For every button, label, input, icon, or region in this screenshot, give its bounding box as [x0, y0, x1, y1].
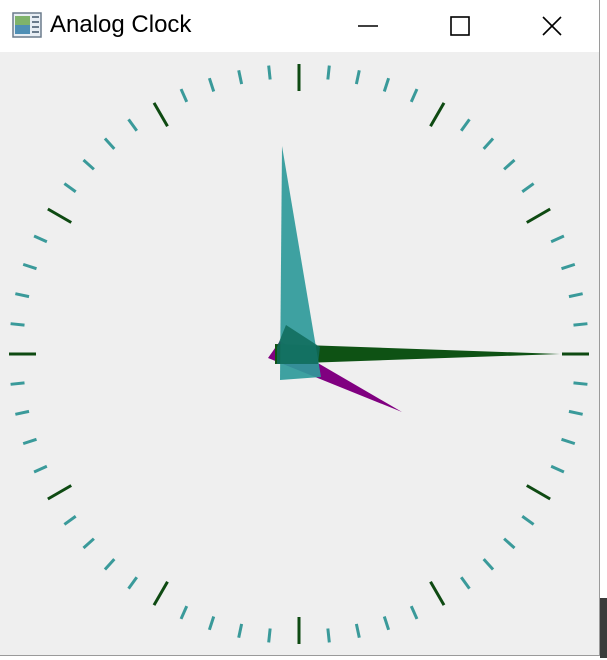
minor-tick	[326, 628, 331, 643]
major-tick	[526, 484, 551, 501]
minor-tick	[561, 437, 576, 446]
minor-tick	[409, 605, 419, 620]
minor-tick	[237, 70, 244, 85]
minor-tick	[267, 65, 272, 80]
minimize-button[interactable]	[322, 0, 414, 52]
major-tick	[429, 581, 446, 606]
major-tick	[47, 484, 72, 501]
minor-tick	[482, 558, 495, 571]
minor-tick	[103, 137, 116, 150]
minor-tick	[207, 616, 216, 631]
minor-tick	[10, 322, 25, 327]
minor-tick	[382, 77, 391, 92]
minor-tick	[15, 409, 30, 416]
major-tick	[47, 207, 72, 224]
background-edge	[600, 598, 607, 658]
minor-tick	[503, 537, 516, 550]
minor-tick	[237, 623, 244, 638]
minor-tick	[460, 576, 471, 590]
major-tick	[526, 207, 551, 224]
minor-tick	[568, 292, 583, 299]
title-bar[interactable]: Analog Clock	[0, 0, 599, 52]
minor-tick	[354, 623, 361, 638]
minor-tick	[573, 322, 588, 327]
minor-tick	[326, 65, 331, 80]
maximize-button[interactable]	[414, 0, 506, 52]
minor-tick	[15, 292, 30, 299]
minor-tick	[267, 628, 272, 643]
minor-tick	[550, 464, 565, 474]
minor-tick	[33, 464, 48, 474]
minor-tick	[103, 558, 116, 571]
major-tick	[152, 102, 169, 127]
minor-tick	[521, 515, 535, 526]
minor-tick	[179, 88, 189, 103]
minimize-icon	[358, 25, 378, 27]
major-tick	[429, 102, 446, 127]
minor-tick	[460, 118, 471, 132]
minor-tick	[573, 381, 588, 386]
clock-canvas	[9, 64, 589, 644]
minor-tick	[82, 537, 95, 550]
minor-tick	[63, 182, 77, 193]
close-icon	[542, 16, 562, 36]
minor-tick	[503, 158, 516, 171]
minor-tick	[409, 88, 419, 103]
minor-tick	[561, 262, 576, 271]
app-window: Analog Clock	[0, 0, 600, 656]
minor-tick	[82, 158, 95, 171]
minor-tick	[127, 576, 138, 590]
minor-tick	[568, 409, 583, 416]
minor-tick	[63, 515, 77, 526]
minor-tick	[482, 137, 495, 150]
clock-hands	[268, 146, 560, 412]
clock-face	[0, 52, 599, 655]
minor-tick	[207, 77, 216, 92]
minor-tick	[22, 437, 37, 446]
minor-tick	[550, 234, 565, 244]
maximize-icon	[450, 16, 470, 36]
minor-tick	[10, 381, 25, 386]
close-button[interactable]	[506, 0, 598, 52]
minor-tick	[382, 616, 391, 631]
minor-tick	[179, 605, 189, 620]
window-title: Analog Clock	[50, 11, 192, 38]
app-window-icon	[12, 12, 42, 38]
minor-tick	[127, 118, 138, 132]
minor-tick	[33, 234, 48, 244]
major-tick	[152, 581, 169, 606]
minor-tick	[22, 262, 37, 271]
minor-tick	[521, 182, 535, 193]
minor-tick	[354, 70, 361, 85]
